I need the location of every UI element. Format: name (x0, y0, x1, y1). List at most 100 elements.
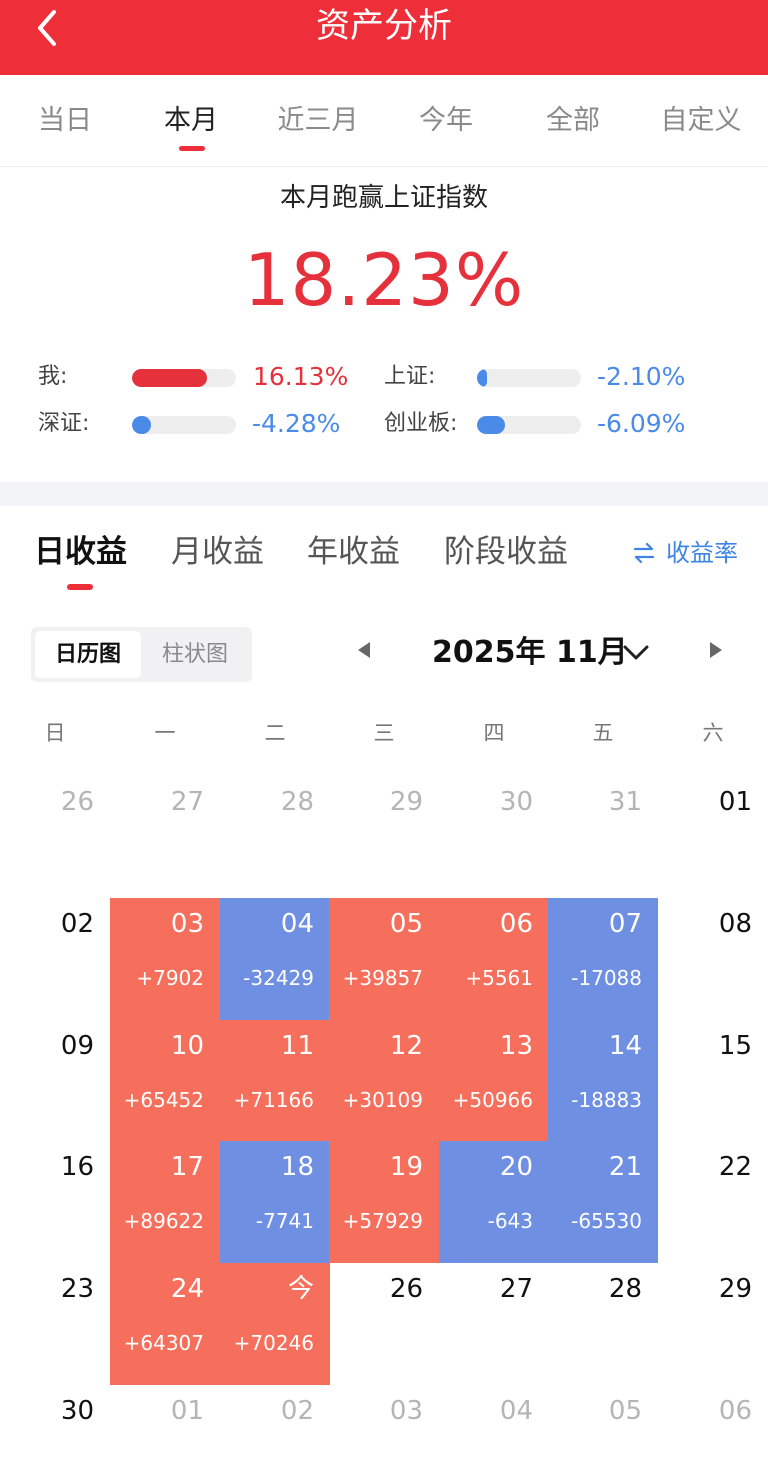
calendar-day-amount: -18883 (571, 1088, 642, 1112)
calendar-day-cell[interactable]: 19 +57929 (329, 1141, 439, 1263)
calendar-day-cell: 29 (329, 776, 439, 898)
calendar-day-number: 11 (280, 1031, 314, 1061)
calendar-day-cell[interactable]: 10 +65452 (110, 1020, 220, 1142)
calendar-day-cell: 06 (658, 1385, 768, 1462)
comparison-label: 我: (38, 364, 68, 389)
calendar-day-number: 02 (280, 1396, 314, 1426)
triangle-left-icon[interactable] (356, 640, 372, 660)
comparison-track (477, 416, 581, 434)
comparison-fill (132, 416, 151, 434)
tab-this-year[interactable]: 今年 (381, 103, 511, 139)
calendar-day-cell[interactable]: 今 +70246 (220, 1263, 330, 1385)
chevron-down-icon (623, 645, 649, 660)
calendar-day-cell: 29 (658, 1263, 768, 1385)
calendar-day-cell[interactable]: 11 +71166 (220, 1020, 330, 1142)
calendar-day-number: 06 (718, 1396, 752, 1426)
calendar-day-number: 12 (389, 1031, 423, 1061)
calendar-day-number: 01 (718, 787, 752, 817)
calendar-day-number: 28 (280, 787, 314, 817)
calendar-day-cell[interactable]: 20 -643 (439, 1141, 549, 1263)
calendar-day-cell: 16 (0, 1141, 110, 1263)
month-label: 2025年 11月 (432, 635, 628, 670)
calendar-day-cell[interactable]: 12 +30109 (329, 1020, 439, 1142)
calendar-day-amount: +89622 (123, 1209, 204, 1233)
calendar-day-amount: -32429 (243, 966, 314, 990)
weekday-label: 四 (483, 721, 505, 745)
tab-three-months[interactable]: 近三月 (253, 103, 383, 139)
calendar-day-cell: 15 (658, 1020, 768, 1142)
calendar-day-cell: 31 (548, 776, 658, 898)
comparison-value: 16.13% (253, 362, 349, 391)
tab-yearly-profit[interactable]: 年收益 (307, 530, 400, 574)
calendar-day-cell: 01 (658, 776, 768, 898)
calendar-day-cell[interactable]: 03 +7902 (110, 898, 220, 1020)
calendar-day-number: 17 (170, 1152, 204, 1182)
weekday-label: 六 (702, 721, 724, 745)
tab-period-profit[interactable]: 阶段收益 (444, 530, 568, 574)
calendar-day-number: 30 (499, 787, 533, 817)
weekday-label: 五 (592, 721, 614, 745)
calendar-day-number: 29 (389, 787, 423, 817)
calendar-day-cell[interactable]: 04 -32429 (220, 898, 330, 1020)
calendar-day-number: 06 (499, 909, 533, 939)
calendar-day-cell[interactable]: 14 -18883 (548, 1020, 658, 1142)
calendar-day-number: 10 (170, 1031, 204, 1061)
calendar-day-cell[interactable]: 13 +50966 (439, 1020, 549, 1142)
calendar-day-cell: 28 (220, 776, 330, 898)
calendar-day-amount: -65530 (571, 1209, 642, 1233)
calendar-day-number: 14 (608, 1031, 642, 1061)
swap-icon (633, 542, 655, 564)
calendar-day-number: 23 (60, 1274, 94, 1304)
calendar-day-cell[interactable]: 21 -65530 (548, 1141, 658, 1263)
calendar-day-cell[interactable]: 24 +64307 (110, 1263, 220, 1385)
tab-today[interactable]: 当日 (0, 103, 130, 139)
comparison-shenzhen: 深证: -4.28% (38, 407, 368, 441)
calendar-day-cell: 22 (658, 1141, 768, 1263)
calendar-day-number: 08 (718, 909, 752, 939)
calendar-day-cell: 27 (110, 776, 220, 898)
calendar-day-cell[interactable]: 06 +5561 (439, 898, 549, 1020)
tab-all[interactable]: 全部 (508, 103, 638, 139)
calendar-day-amount: -7741 (255, 1209, 314, 1233)
page-title: 资产分析 (316, 6, 452, 46)
comparison-label: 上证: (384, 364, 436, 389)
weekday-label: 日 (44, 721, 66, 745)
tab-custom[interactable]: 自定义 (636, 103, 766, 139)
summary-title: 本月跑赢上证指数 (279, 183, 488, 213)
active-tab-indicator (67, 584, 93, 590)
calendar-day-number: 13 (499, 1031, 533, 1061)
bar-view-button[interactable]: 柱状图 (142, 631, 248, 678)
calendar-day-number: 19 (389, 1152, 423, 1182)
tab-monthly-profit[interactable]: 月收益 (171, 530, 264, 574)
comparison-fill (477, 369, 488, 387)
comparison-track (132, 416, 236, 434)
view-toggle: 日历图 柱状图 (31, 627, 252, 682)
calendar-day-number: 05 (389, 909, 423, 939)
rate-toggle-label: 收益率 (666, 539, 738, 567)
triangle-right-icon[interactable] (708, 640, 724, 660)
comparison-value: -2.10% (597, 362, 686, 391)
calendar-day-amount: +64307 (123, 1331, 204, 1355)
calendar-day-cell: 30 (439, 776, 549, 898)
calendar-day-cell[interactable]: 18 -7741 (220, 1141, 330, 1263)
calendar-day-cell: 02 (0, 898, 110, 1020)
calendar-day-number: 05 (608, 1396, 642, 1426)
calendar-day-number: 27 (170, 787, 204, 817)
calendar-day-cell[interactable]: 07 -17088 (548, 898, 658, 1020)
app-header: 资产分析 (0, 0, 768, 75)
calendar-view-button[interactable]: 日历图 (35, 631, 141, 678)
comparison-track (132, 369, 236, 387)
comparison-track (477, 369, 581, 387)
month-selector[interactable]: 2025年 11月 (432, 632, 649, 674)
calendar-day-cell[interactable]: 05 +39857 (329, 898, 439, 1020)
comparison-shanghai: 上证: -2.10% (384, 360, 714, 394)
calendar-day-cell[interactable]: 17 +89622 (110, 1141, 220, 1263)
tab-daily-profit[interactable]: 日收益 (34, 530, 127, 574)
calendar-day-number: 22 (718, 1152, 752, 1182)
weekday-label: 二 (264, 721, 286, 745)
calendar-day-number: 01 (170, 1396, 204, 1426)
calendar-day-cell: 04 (439, 1385, 549, 1462)
comparison-chinext: 创业板: -6.09% (384, 407, 714, 441)
tab-this-month[interactable]: 本月 (126, 103, 256, 139)
calendar-day-amount: +39857 (342, 966, 423, 990)
